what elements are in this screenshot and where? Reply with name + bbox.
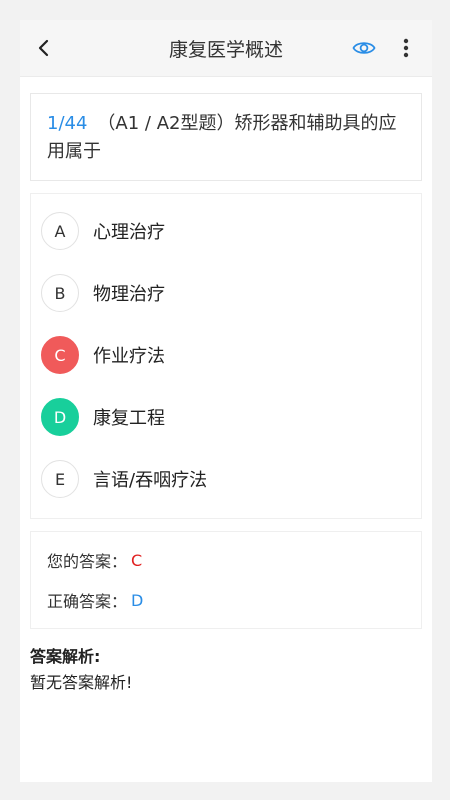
question-card: 1/44 （A1 / A2型题）矫形器和辅助具的应用属于 xyxy=(30,93,422,181)
option-letter-badge: B xyxy=(41,274,79,312)
option-text: 言语/吞咽疗法 xyxy=(93,470,208,491)
option-a[interactable]: A 心理治疗 xyxy=(41,200,411,262)
option-text: 作业疗法 xyxy=(93,346,165,367)
option-letter-badge-wrong: C xyxy=(41,336,79,374)
option-e[interactable]: E 言语/吞咽疗法 xyxy=(41,448,411,510)
your-answer-label: 您的答案： xyxy=(47,552,128,571)
option-d[interactable]: D 康复工程 xyxy=(41,386,411,448)
question-number: 1/44 xyxy=(47,113,88,134)
option-text: 康复工程 xyxy=(93,408,165,429)
option-c[interactable]: C 作业疗法 xyxy=(41,324,411,386)
more-button[interactable] xyxy=(390,32,422,64)
option-b[interactable]: B 物理治疗 xyxy=(41,262,411,324)
more-vertical-icon xyxy=(403,38,409,58)
eye-icon xyxy=(352,42,376,54)
app-bar: 康复医学概述 xyxy=(20,20,432,77)
analysis-label: 答案解析: xyxy=(30,647,101,666)
correct-answer-value: D xyxy=(131,590,144,610)
option-text: 心理治疗 xyxy=(93,222,165,243)
option-letter-badge: A xyxy=(41,212,79,250)
option-text: 物理治疗 xyxy=(93,284,165,305)
analysis-content: 暂无答案解析! xyxy=(30,673,133,692)
correct-answer-label: 正确答案： xyxy=(47,592,128,611)
app-screen: 康复医学概述 1/44 （A1 / A2型题）矫形器和辅助具的应用属于 A 心理治… xyxy=(20,20,432,782)
options-list: A 心理治疗 B 物理治疗 C 作业疗法 D 康复工程 E 言语/吞咽疗法 xyxy=(30,193,422,519)
your-answer-row: 您的答案： C xyxy=(47,540,405,580)
page-title: 康复医学概述 xyxy=(168,38,283,61)
eye-button[interactable] xyxy=(348,32,380,64)
correct-answer-row: 正确答案： D xyxy=(47,580,405,620)
option-letter-badge-correct: D xyxy=(41,398,79,436)
your-answer-value: C xyxy=(131,550,143,570)
analysis-section: 答案解析: 暂无答案解析! xyxy=(30,643,422,693)
answer-summary: 您的答案： C 正确答案： D xyxy=(30,531,422,629)
back-button[interactable] xyxy=(26,30,62,66)
back-chevron-icon xyxy=(38,39,49,57)
option-letter-badge: E xyxy=(41,460,79,498)
question-text: （A1 / A2型题）矫形器和辅助具的应用属于 xyxy=(47,113,397,162)
